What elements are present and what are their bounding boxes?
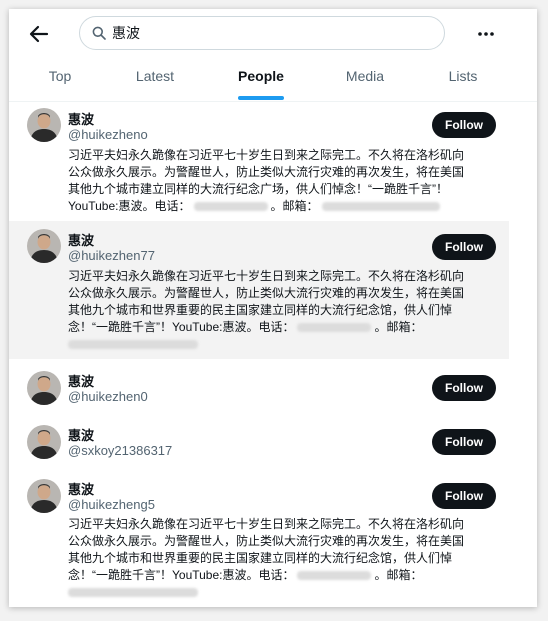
tab-latest[interactable]: Latest <box>136 63 174 101</box>
bio-line: 其他九个城市和世界重要的民主国家建立同样的大流行纪念馆，供人们悼 <box>68 551 453 565</box>
back-arrow-icon <box>29 25 49 43</box>
follow-button[interactable]: Follow <box>432 375 496 401</box>
user-name[interactable]: 惠波 <box>68 371 94 390</box>
bio-line <box>68 584 496 601</box>
follow-button[interactable]: Follow <box>432 234 496 260</box>
user-name[interactable]: 惠波 <box>68 109 94 128</box>
more-icon <box>478 32 494 36</box>
active-tab-indicator <box>238 96 284 100</box>
bio-line: YouTube:惠波。电话： 。邮箱： <box>68 198 496 215</box>
avatar-image <box>27 371 61 405</box>
bio-text: YouTube:惠波。电话： <box>68 199 191 213</box>
avatar[interactable] <box>27 425 61 459</box>
bio-line: 习近平夫妇永久跪像在习近平七十岁生日到来之际完工。不久将在洛杉矶向 <box>68 269 465 283</box>
avatar[interactable] <box>27 108 61 142</box>
bio-line: 其他九个城市建立同样的大流行纪念广场，供人们悼念！“一跪胜千言”！ <box>68 182 448 196</box>
bio-line: 公众做永久展示。为警醒世人，防止类似大流行灾难的再次发生，将在美国 <box>68 165 465 179</box>
user-cell[interactable]: 惠波 @huikezhen0 Follow <box>9 365 509 417</box>
user-handle[interactable]: @huikezheng5 <box>68 497 155 512</box>
avatar-image <box>27 479 61 513</box>
tab-lists[interactable]: Lists <box>449 63 478 101</box>
follow-button[interactable]: Follow <box>432 429 496 455</box>
user-cell[interactable]: 惠波 @huikezheng5 Follow 习近平夫妇永久跪像在习近平七十岁生… <box>9 473 509 607</box>
user-handle[interactable]: @huikezheno <box>68 127 148 142</box>
app-frame: Top Latest People Media Lists 惠波 @huikez… <box>9 9 537 607</box>
user-cell[interactable]: 惠波 @huikezheno Follow 习近平夫妇永久跪像在习近平七十岁生日… <box>9 101 509 219</box>
redacted-email <box>68 588 198 598</box>
bio-line: 公众做永久展示。为警醒世人，防止类似大流行灾难的再次发生，将在美国 <box>68 534 465 548</box>
bio-text: 。邮箱： <box>374 568 423 582</box>
follow-button[interactable]: Follow <box>432 112 496 138</box>
follow-button[interactable]: Follow <box>432 483 496 509</box>
avatar[interactable] <box>27 229 61 263</box>
avatar-image <box>27 229 61 263</box>
bio-line <box>68 336 496 353</box>
redacted-phone <box>297 323 372 333</box>
search-tabs: Top Latest People Media Lists <box>9 63 537 102</box>
bio-line: 习近平夫妇永久跪像在习近平七十岁生日到来之际完工。不久将在洛杉矶向 <box>68 517 465 531</box>
user-cell[interactable]: 惠波 @sxkoy21386317 Follow <box>9 419 509 471</box>
user-name[interactable]: 惠波 <box>68 230 94 249</box>
search-box[interactable] <box>79 16 445 50</box>
avatar[interactable] <box>27 479 61 513</box>
user-handle[interactable]: @sxkoy21386317 <box>68 443 172 458</box>
bio-line: 习近平夫妇永久跪像在习近平七十岁生日到来之际完工。不久将在洛杉矶向 <box>68 148 465 162</box>
redacted-email <box>321 202 440 212</box>
bio-line: 公众做永久展示。为警醒世人，防止类似大流行灾难的再次发生，将在美国 <box>68 286 465 300</box>
bio-text: 。邮箱： <box>374 320 423 334</box>
tab-top[interactable]: Top <box>49 63 72 101</box>
search-input[interactable] <box>112 25 412 41</box>
user-bio: 习近平夫妇永久跪像在习近平七十岁生日到来之际完工。不久将在洛杉矶向 公众做永久展… <box>68 147 496 215</box>
bio-line: 其他九个城市和世界重要的民主国家建立同样的大流行纪念馆，供人们悼 <box>68 303 453 317</box>
top-bar <box>9 9 537 59</box>
user-name[interactable]: 惠波 <box>68 479 94 498</box>
bio-line: 念！“一跪胜千言”！YouTube:惠波。电话： 。邮箱： <box>68 319 496 336</box>
redacted-phone <box>193 202 268 212</box>
bio-line: 念！“一跪胜千言”！YouTube:惠波。电话： 。邮箱： <box>68 567 496 584</box>
more-options-button[interactable] <box>475 23 497 45</box>
user-name[interactable]: 惠波 <box>68 425 94 444</box>
redacted-email <box>68 340 198 350</box>
user-handle[interactable]: @huikezhen77 <box>68 248 155 263</box>
bio-text: 念！“一跪胜千言”！YouTube:惠波。电话： <box>68 320 295 334</box>
user-bio: 习近平夫妇永久跪像在习近平七十岁生日到来之际完工。不久将在洛杉矶向 公众做永久展… <box>68 516 496 601</box>
avatar[interactable] <box>27 371 61 405</box>
user-handle[interactable]: @huikezhen0 <box>68 389 148 404</box>
redacted-phone <box>297 571 372 581</box>
user-bio: 习近平夫妇永久跪像在习近平七十岁生日到来之际完工。不久将在洛杉矶向 公众做永久展… <box>68 268 496 353</box>
bio-text: 念！“一跪胜千言”！YouTube:惠波。电话： <box>68 568 295 582</box>
user-cell[interactable]: 惠波 @huikezhen77 Follow 习近平夫妇永久跪像在习近平七十岁生… <box>9 221 509 359</box>
search-icon <box>92 26 106 40</box>
avatar-image <box>27 425 61 459</box>
avatar-image <box>27 108 61 142</box>
tab-media[interactable]: Media <box>346 63 384 101</box>
back-button[interactable] <box>27 23 51 45</box>
bio-text: 。邮箱： <box>270 199 319 213</box>
